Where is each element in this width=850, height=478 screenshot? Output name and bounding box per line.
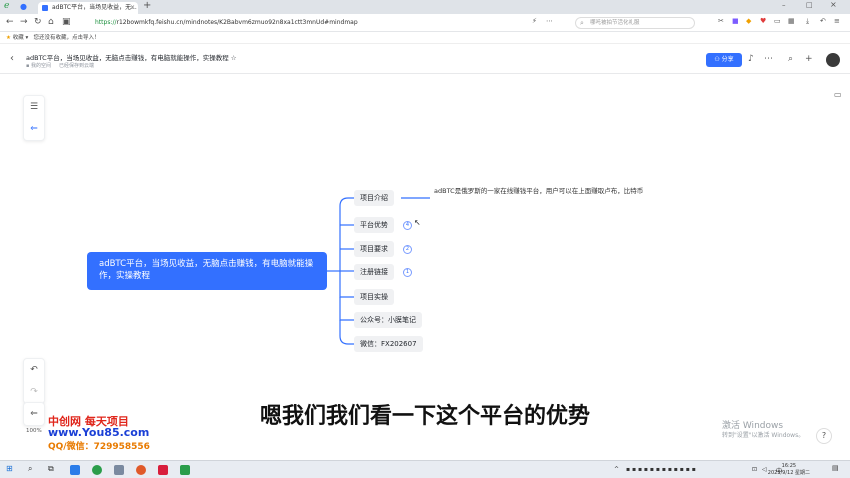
node-intro-detail[interactable]: adBTC是俄罗斯的一家在线赚钱平台，用户可以在上面赚取卢布，比特币	[434, 186, 664, 196]
node-project-practice[interactable]: 项目实操	[354, 289, 394, 305]
taskbar-app-icon[interactable]	[158, 465, 168, 475]
node-count-badge[interactable]: 4	[403, 221, 412, 230]
node-platform-advantage[interactable]: 平台优势	[354, 217, 394, 233]
taskbar-browser-icon[interactable]	[92, 465, 102, 475]
taskbar-app-icon[interactable]	[180, 465, 190, 475]
mouse-cursor-icon: ↖	[414, 218, 421, 227]
clock-time: 16:25	[781, 463, 797, 469]
tray-chevron-icon[interactable]: ^	[614, 466, 619, 473]
notification-icon[interactable]: ▤	[832, 464, 839, 472]
node-count-badge[interactable]: 2	[403, 245, 412, 254]
help-icon[interactable]: ?	[816, 428, 832, 444]
task-view-icon[interactable]: ⧉	[48, 464, 54, 474]
clock[interactable]: 16:25 2023/9/12 星期二	[768, 463, 810, 477]
node-wechat-official[interactable]: 公众号：小膜笔记	[354, 312, 422, 328]
windows-start-icon[interactable]: ⊞	[6, 464, 13, 473]
taskbar-app-icon[interactable]	[70, 465, 80, 475]
activation-hint: 转到"设置"以激活 Windows。	[722, 432, 805, 439]
mindmap-root-node[interactable]: adBTC平台，当场见收益，无脑点击赚钱，有电脑就能操作，实操教程	[87, 252, 327, 290]
node-project-intro[interactable]: 项目介绍	[354, 190, 394, 206]
node-wechat-id[interactable]: 微信：FX202607	[354, 336, 423, 352]
watermark-line-3: QQ/微信：729958556	[48, 442, 150, 452]
taskbar-search-icon[interactable]: ⌕	[28, 464, 32, 474]
tray-icons[interactable]: ▪ ▪ ▪ ▪ ▪ ▪ ▪ ▪ ▪ ▪ ▪ ▪	[626, 466, 696, 473]
node-count-badge[interactable]: 1	[403, 268, 412, 277]
undo-icon[interactable]: ↶	[24, 359, 44, 381]
watermark-line-2: www.You85.com	[48, 426, 150, 439]
taskbar-app-icon[interactable]	[136, 465, 146, 475]
node-register-link[interactable]: 注册链接	[354, 264, 394, 280]
node-project-requirement[interactable]: 项目要求	[354, 241, 394, 257]
clock-date: 2023/9/12 星期二	[767, 470, 810, 476]
taskbar-app-icon[interactable]	[114, 465, 124, 475]
network-icon[interactable]: ⊡	[752, 466, 757, 473]
taskbar: ⊞ ⌕ ⧉ ^ ▪ ▪ ▪ ▪ ▪ ▪ ▪ ▪ ▪ ▪ ▪ ▪ ⊡ ◁ 中 16…	[0, 460, 850, 478]
volume-icon[interactable]: ◁	[762, 466, 767, 473]
